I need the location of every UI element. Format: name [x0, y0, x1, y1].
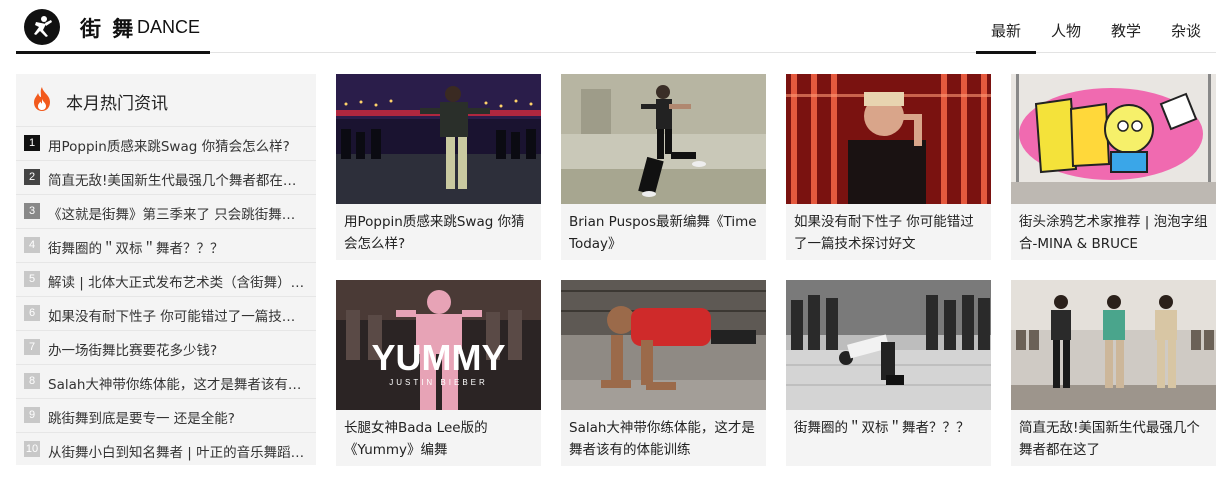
- hot-news-sidebar: 本月热门资讯 1 用Poppin质感来跳Swag 你猜会怎么样? 2 简直无敌!美国…: [16, 74, 316, 465]
- list-item[interactable]: 6 如果没有耐下性子 你可能错过了一篇技术探讨好文: [16, 296, 316, 330]
- article-card[interactable]: Brian Puspos最新编舞《Time Today》: [561, 74, 766, 260]
- article-thumbnail[interactable]: [561, 74, 766, 204]
- hot-news-list: 1 用Poppin质感来跳Swag 你猜会怎么样? 2 简直无敌!美国新生代最强几个…: [16, 126, 316, 466]
- list-item[interactable]: 8 Salah大神带你练体能，这才是舞者该有的体能训练: [16, 364, 316, 398]
- article-thumbnail[interactable]: [786, 280, 991, 410]
- rank-badge: 6: [24, 305, 40, 321]
- article-card[interactable]: Salah大神带你练体能，这才是舞者该有的体能训练: [561, 280, 766, 466]
- list-item[interactable]: 2 简直无敌!美国新生代最强几个舞者都在这了: [16, 160, 316, 194]
- main-nav: 最新 人物 教学 杂谈: [976, 0, 1216, 54]
- list-item-title[interactable]: 《这就是街舞》第三季来了 只会跳街舞的舞者可能要凉了: [48, 203, 306, 223]
- article-card[interactable]: 街舞圈的＂双标＂舞者？？？: [786, 280, 991, 466]
- article-card[interactable]: 简直无敌!美国新生代最强几个舞者都在这了: [1011, 280, 1216, 466]
- sidebar-title: 本月热门资讯: [66, 94, 168, 114]
- list-item[interactable]: 3 《这就是街舞》第三季来了 只会跳街舞的舞者可能要凉了: [16, 194, 316, 228]
- list-item[interactable]: 5 解读 | 北体大正式发布艺术类（含街舞）招生简章: [16, 262, 316, 296]
- list-item-title[interactable]: 街舞圈的＂双标＂舞者？？？: [48, 237, 306, 257]
- rank-badge: 4: [24, 237, 40, 253]
- article-caption[interactable]: 如果没有耐下性子 你可能错过了一篇技术探讨好文: [794, 211, 984, 255]
- article-grid: 用Poppin质感来跳Swag 你猜会怎么样? Brian Puspos最新编舞…: [336, 74, 1216, 466]
- brand[interactable]: 街 舞 DANCE: [16, 0, 210, 54]
- rank-badge: 8: [24, 373, 40, 389]
- list-item-title[interactable]: 解读 | 北体大正式发布艺术类（含街舞）招生简章: [48, 271, 306, 291]
- list-item[interactable]: 4 街舞圈的＂双标＂舞者？？？: [16, 228, 316, 262]
- article-thumbnail[interactable]: [786, 74, 991, 204]
- rank-badge: 10: [24, 441, 40, 457]
- article-thumbnail[interactable]: [1011, 74, 1216, 204]
- sidebar-header: 本月热门资讯: [16, 74, 316, 124]
- article-card[interactable]: 用Poppin质感来跳Swag 你猜会怎么样?: [336, 74, 541, 260]
- article-thumbnail[interactable]: [1011, 280, 1216, 410]
- article-caption[interactable]: Salah大神带你练体能，这才是舞者该有的体能训练: [569, 417, 759, 461]
- rank-badge: 9: [24, 407, 40, 423]
- list-item[interactable]: 7 办一场街舞比赛要花多少钱?: [16, 330, 316, 364]
- thumbnail-subtitle-text: JUSTIN BIEBER: [389, 378, 488, 387]
- article-caption[interactable]: Brian Puspos最新编舞《Time Today》: [569, 211, 759, 255]
- article-thumbnail[interactable]: YUMMY JUSTIN BIEBER: [336, 280, 541, 410]
- fire-icon: [31, 86, 53, 116]
- list-item[interactable]: 1 用Poppin质感来跳Swag 你猜会怎么样?: [16, 126, 316, 160]
- rank-badge: 1: [24, 135, 40, 151]
- list-item-title[interactable]: 简直无敌!美国新生代最强几个舞者都在这了: [48, 169, 306, 189]
- rank-badge: 5: [24, 271, 40, 287]
- list-item-title[interactable]: 如果没有耐下性子 你可能错过了一篇技术探讨好文: [48, 305, 306, 325]
- list-item-title[interactable]: 办一场街舞比赛要花多少钱?: [48, 339, 306, 359]
- list-item[interactable]: 10 从街舞小白到知名舞者 | 叶正的音乐舞蹈之路: [16, 432, 316, 466]
- nav-misc[interactable]: 杂谈: [1156, 0, 1216, 54]
- article-card[interactable]: YUMMY JUSTIN BIEBER 长腿女神Bada Lee版的《Yummy…: [336, 280, 541, 466]
- nav-tutorial[interactable]: 教学: [1096, 0, 1156, 54]
- article-thumbnail[interactable]: [561, 280, 766, 410]
- list-item-title[interactable]: 跳街舞到底是要专一 还是全能?: [48, 407, 306, 427]
- nav-latest[interactable]: 最新: [976, 0, 1036, 54]
- dancer-logo-icon: [24, 9, 60, 45]
- list-item-title[interactable]: Salah大神带你练体能，这才是舞者该有的体能训练: [48, 373, 306, 393]
- rank-badge: 3: [24, 203, 40, 219]
- article-thumbnail[interactable]: [336, 74, 541, 204]
- article-caption[interactable]: 长腿女神Bada Lee版的《Yummy》编舞: [344, 417, 534, 461]
- rank-badge: 2: [24, 169, 40, 185]
- list-item[interactable]: 9 跳街舞到底是要专一 还是全能?: [16, 398, 316, 432]
- article-caption[interactable]: 简直无敌!美国新生代最强几个舞者都在这了: [1019, 417, 1209, 461]
- brand-subtitle: DANCE: [137, 17, 201, 37]
- site-header: 街 舞 DANCE 最新 人物 教学 杂谈: [16, 0, 1216, 54]
- thumbnail-title-text: YUMMY: [372, 337, 506, 378]
- article-caption[interactable]: 用Poppin质感来跳Swag 你猜会怎么样?: [344, 211, 534, 255]
- article-card[interactable]: 如果没有耐下性子 你可能错过了一篇技术探讨好文: [786, 74, 991, 260]
- list-item-title[interactable]: 从街舞小白到知名舞者 | 叶正的音乐舞蹈之路: [48, 441, 306, 461]
- nav-people[interactable]: 人物: [1036, 0, 1096, 54]
- rank-badge: 7: [24, 339, 40, 355]
- article-card[interactable]: 街头涂鸦艺术家推荐 | 泡泡字组合-MINA & BRUCE: [1011, 74, 1216, 260]
- article-caption[interactable]: 街头涂鸦艺术家推荐 | 泡泡字组合-MINA & BRUCE: [1019, 211, 1209, 255]
- brand-title: 街 舞: [80, 17, 136, 41]
- article-caption[interactable]: 街舞圈的＂双标＂舞者？？？: [794, 417, 984, 461]
- list-item-title[interactable]: 用Poppin质感来跳Swag 你猜会怎么样?: [48, 135, 306, 155]
